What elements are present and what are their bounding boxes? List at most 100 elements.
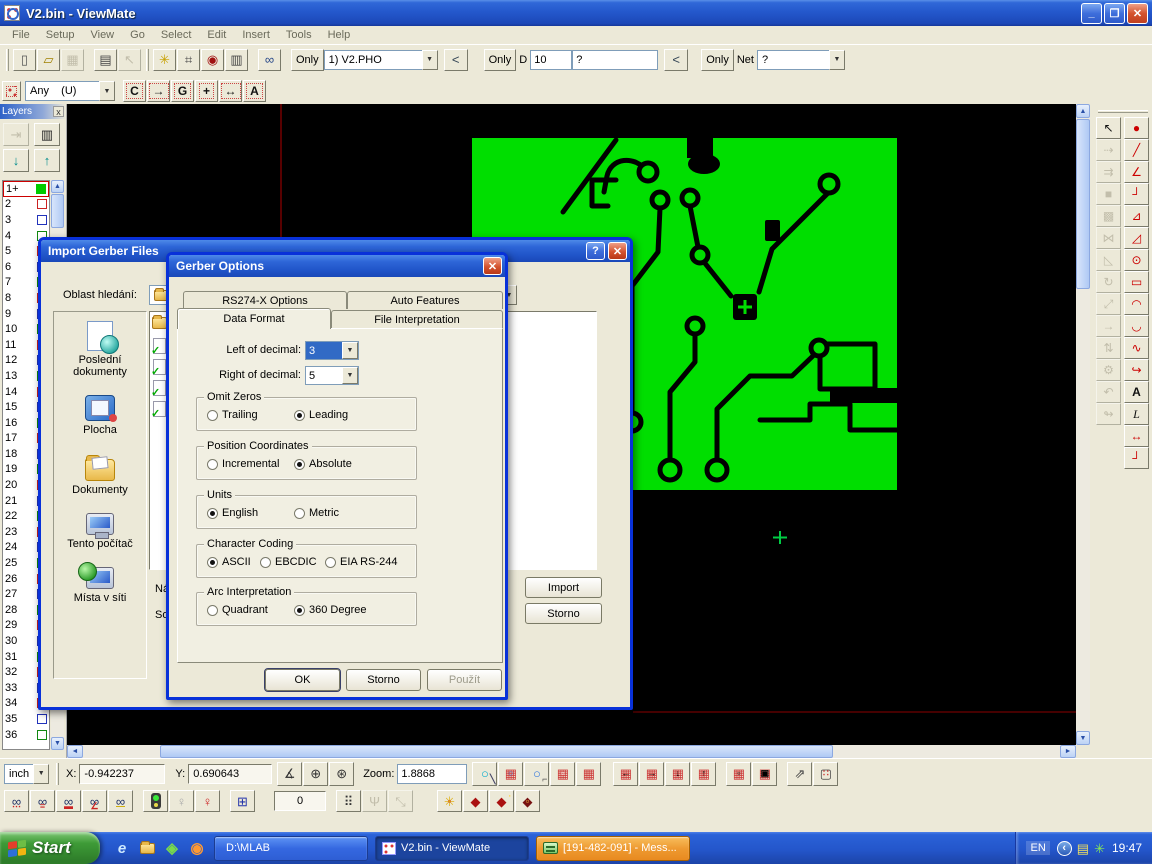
dropdown-arrow-icon[interactable] (99, 81, 115, 101)
scrollbar-thumb[interactable] (51, 194, 64, 228)
print-button[interactable]: ▤ (94, 49, 117, 71)
scroll-down-icon[interactable]: ▼ (51, 737, 64, 750)
glasses-pads-button[interactable]: ∞▬ (56, 790, 81, 812)
layer-insert-button[interactable]: ⇥ (3, 123, 29, 146)
zoom-grid-button[interactable]: ▦○ (498, 762, 523, 786)
scroll-up-icon[interactable]: ▲ (1076, 104, 1090, 118)
gerber-file-icon[interactable] (153, 380, 166, 396)
unit-select[interactable]: inch (4, 764, 48, 784)
tab-rs274x-options[interactable]: RS274-X Options (183, 291, 347, 309)
tray-icq-flower-icon[interactable]: ✳ (1094, 842, 1105, 855)
draw-curve-button[interactable]: ∿ (1124, 337, 1149, 359)
place-network[interactable]: Místa v síti (54, 567, 146, 604)
fill-square-button[interactable]: ■ (1096, 183, 1121, 205)
radio-360-degree[interactable]: 360 Degree (294, 604, 367, 616)
glasses-selection-button[interactable]: ∞∠ (82, 790, 107, 812)
cancel-button[interactable]: Storno (346, 669, 421, 691)
pan-right-button[interactable]: ▦→ (639, 762, 664, 786)
tab-file-interpretation[interactable]: File Interpretation (331, 310, 503, 328)
layer-up-button[interactable]: ↑ (34, 149, 60, 172)
only-layer-button[interactable]: Only (291, 49, 324, 71)
quicklaunch-explorer-icon[interactable] (137, 838, 157, 858)
place-desktop[interactable]: Plocha (54, 395, 146, 436)
cursor-select-button[interactable]: ↖ (1096, 117, 1121, 139)
angle-measure-button[interactable]: ∡ (277, 762, 302, 786)
place-documents[interactable]: Dokumenty (54, 453, 146, 496)
scroll-up-icon[interactable]: ▲ (51, 180, 64, 193)
origin-button[interactable]: ⊕ (303, 762, 328, 786)
scroll-right-icon[interactable]: ► (1060, 745, 1076, 758)
minimize-button[interactable]: _ (1081, 3, 1102, 24)
radio-incremental[interactable]: Incremental (207, 458, 279, 470)
layer-color-swatch[interactable] (37, 215, 47, 225)
scale-button[interactable]: ⤢ (1096, 293, 1121, 315)
draw-label-button[interactable]: L (1124, 403, 1149, 425)
menu-select[interactable]: Select (153, 27, 200, 43)
import-button[interactable]: Import (525, 577, 602, 598)
scrollbar-thumb[interactable] (1076, 119, 1090, 289)
select-a-button[interactable]: A (243, 80, 266, 102)
menu-setup[interactable]: Setup (38, 27, 83, 43)
draw-arc-cw-button[interactable]: ◡ (1124, 315, 1149, 337)
layers-close-icon[interactable]: x (53, 106, 64, 117)
radio-metric[interactable]: Metric (294, 507, 339, 519)
glasses-dcodes-button[interactable]: ∞⋯ (4, 790, 29, 812)
dropdown-arrow-icon[interactable] (829, 50, 845, 70)
gerber-file-icon[interactable] (153, 338, 166, 354)
move-copy-button[interactable]: ⇢ (1096, 139, 1121, 161)
previous-net-button[interactable]: < (664, 49, 688, 71)
select-g-button[interactable]: G (171, 80, 194, 102)
menu-go[interactable]: Go (122, 27, 153, 43)
lamp-probe-button[interactable]: ♀ (195, 790, 220, 812)
settings-gear-button[interactable]: ⚙ (1096, 359, 1121, 381)
menu-insert[interactable]: Insert (234, 27, 278, 43)
dropdown-arrow-icon[interactable] (342, 367, 358, 384)
previous-dcode-button[interactable]: < (444, 49, 468, 71)
draw-sketch-button[interactable]: ↪ (1124, 359, 1149, 381)
net-select[interactable]: ? (757, 50, 845, 70)
layers-panel-header[interactable]: Layers x (0, 104, 66, 119)
gerber-file-icon[interactable] (153, 359, 166, 375)
menu-help[interactable]: Help (320, 27, 359, 43)
scroll-down-icon[interactable]: ▼ (1076, 731, 1090, 745)
layer-color-swatch[interactable] (36, 184, 46, 194)
film-select-button[interactable]: ◉ (201, 49, 224, 71)
radio-leading[interactable]: Leading (294, 409, 348, 421)
draw-pad-button[interactable]: ● (1124, 117, 1149, 139)
glasses-measure-button[interactable]: ∞ (258, 49, 281, 71)
left-of-decimal-select[interactable]: 3 (305, 341, 359, 360)
apply-button[interactable]: Použít (427, 669, 502, 691)
only-dcode-button[interactable]: Only (484, 49, 517, 71)
layer-color-swatch[interactable] (37, 199, 47, 209)
zoom-value-input[interactable]: 1.8868 (397, 764, 467, 784)
tab-auto-features[interactable]: Auto Features (347, 291, 503, 309)
draw-line-button[interactable]: ╱ (1124, 139, 1149, 161)
place-recent-documents[interactable]: Poslední dokumenty (54, 321, 146, 378)
dialog-help-button[interactable]: ? (586, 242, 605, 260)
any-type-select[interactable]: Any (U) (25, 81, 115, 101)
tray-messenger-icon[interactable]: ▤ (1077, 842, 1089, 855)
pad-frame-button[interactable]: ◆▫ (515, 790, 540, 812)
pane-split-button[interactable]: ⊞ (230, 790, 255, 812)
task-dmlab[interactable]: D:\MLAB (214, 836, 368, 861)
radio-ebcdic[interactable]: EBCDIC (260, 556, 317, 568)
vertical-scrollbar[interactable]: ▲ ▼ (1076, 104, 1090, 745)
layer-row-1[interactable]: 1+ (3, 181, 49, 197)
pan-left-button[interactable]: ▦← (613, 762, 638, 786)
quicklaunch-firefox-icon[interactable]: ◉ (187, 838, 207, 858)
save-button[interactable]: ▦ (61, 49, 84, 71)
select-mode-button[interactable] (2, 81, 21, 101)
menu-edit[interactable]: Edit (199, 27, 234, 43)
start-button[interactable]: Start (0, 832, 100, 864)
dialog-close-button[interactable]: ✕ (608, 242, 627, 260)
new-file-button[interactable]: ▯ (13, 49, 36, 71)
draw-corner-button[interactable]: ┘ (1124, 183, 1149, 205)
stretch-button[interactable]: ⇗ (787, 762, 812, 786)
anchor-button[interactable]: Ψ (362, 790, 387, 812)
zoom-out-part-button[interactable]: ▦▫ (726, 762, 751, 786)
select-c-button[interactable]: C (123, 80, 146, 102)
reroute-button[interactable]: ↬ (1096, 403, 1121, 425)
draw-text-button[interactable]: A (1124, 381, 1149, 403)
layer-color-swatch[interactable] (37, 714, 47, 724)
open-file-button[interactable]: ▱ (37, 49, 60, 71)
